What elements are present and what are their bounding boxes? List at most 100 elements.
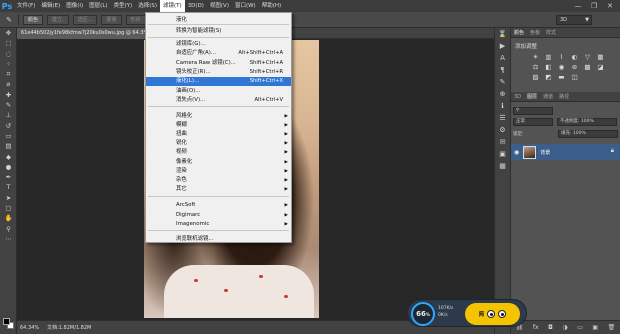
selective-color-icon[interactable]: ◫	[568, 72, 581, 82]
filter-menu-item[interactable]: 浏览联机滤镜...	[146, 235, 291, 244]
tab-swatches[interactable]: 色板	[530, 29, 540, 36]
menu-window[interactable]: 窗口(W)	[232, 0, 259, 12]
new-layer-icon[interactable]: ▣	[592, 324, 598, 331]
filter-menu-item[interactable]: 液化(L)... Shift+Ctrl+X	[146, 77, 291, 86]
filter-menu-item[interactable]: 像素化 ▶	[146, 158, 291, 167]
blend-mode-select[interactable]: 正常	[513, 117, 553, 126]
tab-color[interactable]: 颜色	[514, 29, 524, 36]
fx-icon[interactable]: fx	[533, 324, 539, 331]
adjustment-layer-icon[interactable]: ◑	[562, 324, 567, 331]
eyedropper-tool-icon[interactable]: ⌀	[0, 79, 17, 89]
invert-icon[interactable]: ◪	[594, 62, 607, 72]
layer-comps-panel-icon[interactable]: ▣	[495, 148, 510, 160]
lasso-tool-icon[interactable]: ◌	[0, 49, 17, 59]
tab-styles[interactable]: 样式	[546, 29, 556, 36]
tool-presets-panel-icon[interactable]: ⚙	[495, 124, 510, 136]
eraser-tool-icon[interactable]: ▭	[0, 131, 17, 141]
menu-type[interactable]: 类型(Y)	[111, 0, 136, 12]
filter-menu-item[interactable]: 滤镜库(G)...	[146, 40, 291, 49]
menu-image[interactable]: 图像(I)	[63, 0, 86, 12]
photo-filter-icon[interactable]: ◉	[555, 62, 568, 72]
filter-menu-item[interactable]: 杂色 ▶	[146, 176, 291, 185]
shape-tool-icon[interactable]: ▢	[0, 203, 17, 213]
type-tool-icon[interactable]: T	[0, 182, 17, 192]
zoom-tool-icon[interactable]: ⚲	[0, 224, 17, 234]
hand-tool-icon[interactable]: ✋	[0, 213, 17, 223]
filter-menu-item[interactable]: 自适应广角(A)... Alt+Shift+Ctrl+A	[146, 49, 291, 58]
info-panel-icon[interactable]: ℹ	[495, 100, 510, 112]
filter-menu-item[interactable]: Imagenomic ▶	[146, 220, 291, 229]
filter-menu-item[interactable]: ArcSoft ▶	[146, 201, 291, 210]
stamp-tool-icon[interactable]: ⊥	[0, 110, 17, 120]
levels-icon[interactable]: ▥	[542, 52, 555, 62]
history-brush-tool-icon[interactable]: ↺	[0, 121, 17, 131]
filter-menu-item[interactable]: 转换为智能滤镜(S)	[146, 27, 291, 36]
ime-toolbar[interactable]: 简	[465, 303, 520, 325]
color-lookup-icon[interactable]: ▩	[581, 62, 594, 72]
blur-tool-icon[interactable]: ◆	[0, 152, 17, 162]
filter-menu-item[interactable]: 扭曲 ▶	[146, 130, 291, 139]
filter-menu-item[interactable]: 视频 ▶	[146, 148, 291, 157]
actions-panel-icon[interactable]: ▶	[495, 40, 510, 52]
tab-3d[interactable]: 3D	[514, 94, 521, 100]
mode-select[interactable]: 颜色	[23, 14, 44, 25]
zoom-level[interactable]: 64.34%	[20, 325, 39, 331]
trash-icon[interactable]: 🗑︎	[608, 324, 616, 331]
notes-panel-icon[interactable]: ✉	[495, 136, 510, 148]
kind-filter-select[interactable]: ⚲	[513, 106, 553, 115]
crop-tool-icon[interactable]: ⌗	[0, 69, 17, 79]
color-balance-icon[interactable]: ⚖	[529, 62, 542, 72]
filter-menu-item[interactable]: 风格化 ▶	[146, 112, 291, 121]
hue-icon[interactable]: ▦	[594, 52, 607, 62]
brush-tool-icon[interactable]: ✎	[0, 100, 17, 110]
foreground-color-swatch[interactable]	[3, 318, 10, 325]
more-tools-icon[interactable]: ⋯	[0, 234, 17, 244]
paragraph-panel-icon[interactable]: ¶	[495, 64, 510, 76]
properties-panel-icon[interactable]: ☰	[495, 112, 510, 124]
brush-preset-icon[interactable]: ✎	[4, 15, 14, 25]
black-white-icon[interactable]: ◧	[542, 62, 555, 72]
minimize-button[interactable]: —	[570, 0, 586, 12]
filter-menu-item[interactable]: 油画(O)...	[146, 87, 291, 96]
opacity-field[interactable]: 不透明度: 100%	[557, 117, 617, 126]
shape-button[interactable]: 形状	[125, 14, 146, 25]
threshold-icon[interactable]: ◩	[542, 72, 555, 82]
gradient-tool-icon[interactable]: ▤	[0, 141, 17, 151]
marquee-tool-icon[interactable]: ⬚	[0, 38, 17, 48]
clone-source-panel-icon[interactable]: ⊕	[495, 88, 510, 100]
tab-layers[interactable]: 图层	[527, 93, 537, 100]
character-panel-icon[interactable]: A	[495, 52, 510, 64]
menu-edit[interactable]: 编辑(E)	[38, 0, 63, 12]
tab-channels[interactable]: 通道	[543, 93, 553, 100]
curves-icon[interactable]: ⌇	[555, 52, 568, 62]
history-panel-icon[interactable]: ⌛	[495, 28, 510, 40]
menu-filter[interactable]: 滤镜(T)	[159, 0, 185, 12]
menu-select[interactable]: 选择(S)	[135, 0, 160, 12]
swatches-panel-icon[interactable]: ▦	[495, 160, 510, 172]
folder-icon[interactable]: ▭	[577, 324, 583, 331]
tab-paths[interactable]: 路径	[559, 93, 569, 100]
vibrance-icon[interactable]: ▽	[581, 52, 594, 62]
healing-tool-icon[interactable]: ✚	[0, 90, 17, 100]
pen-tool-icon[interactable]: ✒	[0, 172, 17, 182]
channel-mixer-icon[interactable]: ⊛	[568, 62, 581, 72]
layer-row-background[interactable]: ◉ 背景 🔒︎	[511, 144, 620, 160]
filter-menu-item[interactable]: 其它 ▶	[146, 185, 291, 194]
dodge-tool-icon[interactable]: ●	[0, 162, 17, 172]
filter-menu-item[interactable]: 锐化 ▶	[146, 139, 291, 148]
restore-button[interactable]: ❐	[586, 0, 602, 12]
workspace-select[interactable]: 3D ▼	[556, 15, 592, 25]
mask-button[interactable]: 蒙版	[101, 14, 122, 25]
mask-icon[interactable]: ◘	[548, 324, 553, 331]
filter-menu-item[interactable]: 渲染 ▶	[146, 167, 291, 176]
eye-icon[interactable]: ◉	[514, 149, 519, 156]
close-button[interactable]: ✕	[602, 0, 618, 12]
fill-field[interactable]: 填充: 100%	[558, 129, 618, 138]
menu-3d[interactable]: 3D(D)	[185, 0, 207, 12]
menu-file[interactable]: 文件(F)	[14, 0, 38, 12]
menu-help[interactable]: 帮助(H)	[259, 0, 284, 12]
gradient-map-icon[interactable]: ▬	[555, 72, 568, 82]
menu-view[interactable]: 视图(V)	[207, 0, 232, 12]
brightness-icon[interactable]: ☀	[529, 52, 542, 62]
brush-panel-icon[interactable]: ✎	[495, 76, 510, 88]
